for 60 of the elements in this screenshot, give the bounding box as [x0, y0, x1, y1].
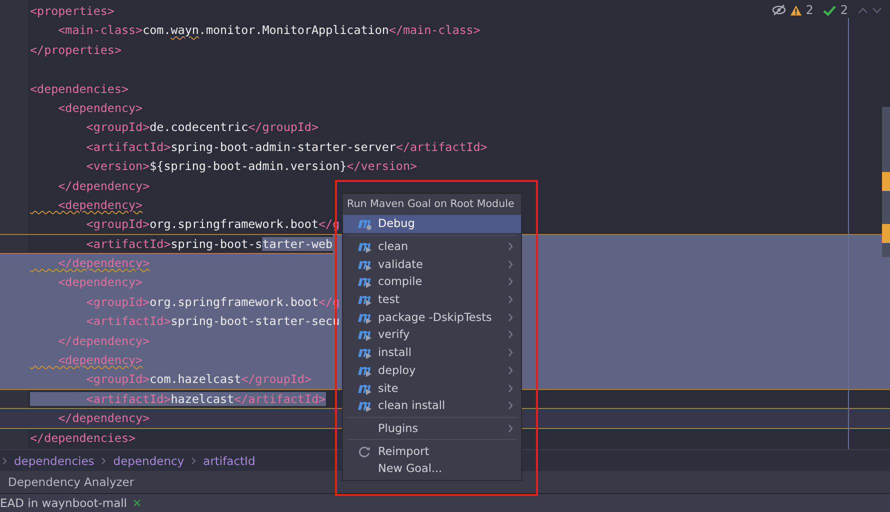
menu-item[interactable]: Reimport: [343, 442, 521, 460]
close-icon[interactable]: [133, 499, 141, 507]
warning-icon: [790, 4, 802, 16]
chevron-icon: [2, 456, 7, 464]
chevron-icon: [101, 456, 106, 464]
code-line: <groupId>com.hazelcast</groupId>: [85, 371, 312, 388]
check-count[interactable]: 2: [840, 3, 848, 17]
maven-run-icon: [357, 275, 372, 288]
code-line: <dependency>: [57, 352, 143, 370]
code-line: <properties>: [30, 3, 114, 20]
maven-run-icon: [357, 240, 372, 254]
code-line: </dependency>: [57, 410, 150, 428]
maven-run-icon: [357, 399, 372, 412]
menu-item[interactable]: Plugins: [343, 420, 521, 438]
chevron-icon: [191, 456, 196, 464]
tool-tab[interactable]: Dependency Analyzer: [8, 475, 134, 489]
maven-debug-icon: [357, 217, 372, 230]
code-line: <dependency>: [57, 196, 143, 214]
code-line: </dependency>: [57, 255, 150, 272]
menu-title: Run Maven Goal on Root Module: [346, 197, 516, 212]
eye-slash-icon[interactable]: [772, 4, 786, 16]
menu-item[interactable]: Debug: [343, 215, 521, 233]
code-line: </dependencies>: [30, 430, 136, 447]
code-line: <artifactId>spring-boot-admin-starter-server</artifactId>: [85, 138, 488, 156]
menu-item[interactable]: package -DskipTests: [343, 308, 521, 326]
menu-item[interactable]: verify: [343, 326, 521, 344]
menu-item[interactable]: compile: [343, 273, 521, 291]
refresh-icon: [357, 444, 372, 458]
menu-item[interactable]: validate: [343, 255, 521, 274]
scrollbar[interactable]: [882, 107, 890, 257]
warning-marker[interactable]: [882, 172, 890, 191]
code-line: <dependencies>: [30, 80, 129, 98]
breadcrumb[interactable]: artifactId: [203, 454, 256, 468]
maven-run-icon: [357, 293, 372, 306]
maven-run-icon: [357, 328, 372, 342]
code-line: <artifactId>spring-boot-starter-web: [85, 236, 333, 253]
menu-item[interactable]: clean: [343, 238, 521, 256]
breadcrumb[interactable]: dependencies: [14, 454, 94, 468]
code-line: </dependency>: [57, 332, 150, 350]
menu-item[interactable]: clean install: [343, 396, 521, 415]
code-line: </dependency>: [57, 178, 150, 195]
warning-count[interactable]: 2: [806, 3, 814, 17]
check-icon: [823, 4, 836, 16]
code-line: <main-class>com.wayn.monitor.MonitorApplication</main-class>: [57, 22, 480, 40]
code-line: <dependency>: [57, 100, 143, 117]
code-line: <dependency>: [57, 274, 143, 292]
status-text: EAD in waynboot-mall: [0, 496, 127, 510]
code-line: <groupId>de.codecentric</groupId>: [85, 119, 319, 136]
menu-item[interactable]: install: [343, 344, 521, 362]
menu-item[interactable]: test: [343, 290, 521, 308]
maven-run-icon: [357, 346, 372, 360]
warning-marker[interactable]: [882, 224, 890, 243]
code-line: <artifactId>hazelcast</artifactId>: [30, 390, 326, 410]
breadcrumb[interactable]: dependency: [113, 454, 184, 468]
menu-item[interactable]: New Goal...: [343, 460, 521, 478]
menu-item[interactable]: deploy: [343, 362, 521, 380]
menu-item[interactable]: site: [343, 379, 521, 397]
code-line: <version>${spring-boot-admin.version}</version>: [85, 158, 418, 176]
code-line: </properties>: [30, 42, 122, 59]
chevron-icon: [508, 424, 513, 433]
